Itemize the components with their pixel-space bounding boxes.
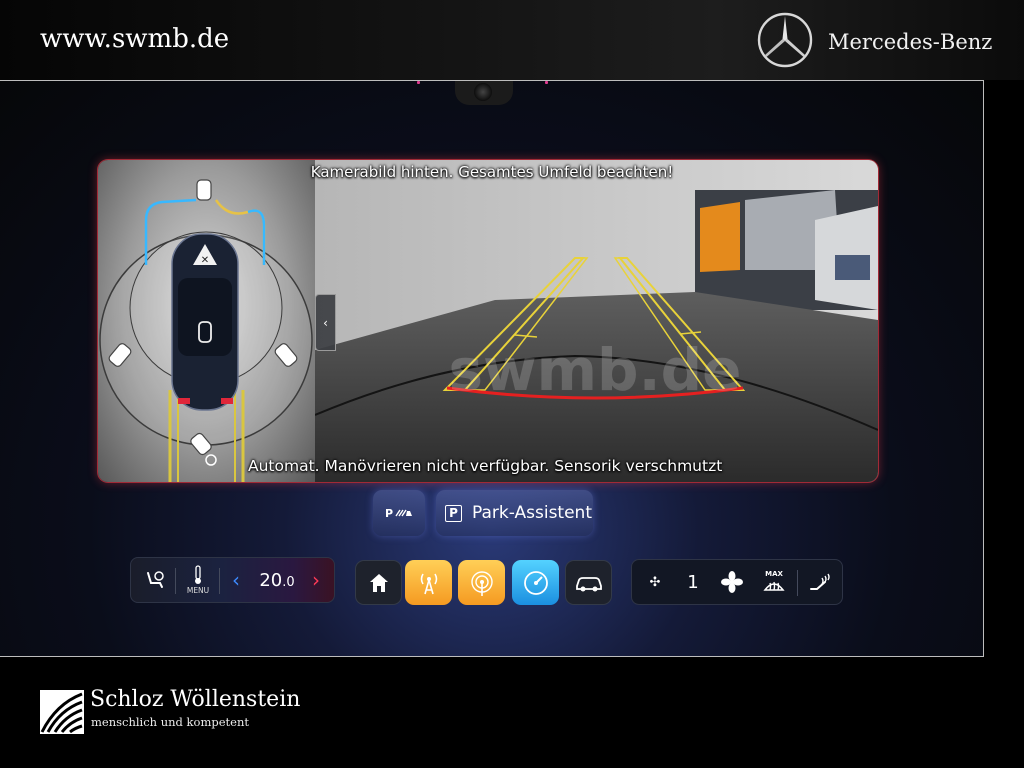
left-camera-icon[interactable]: [110, 340, 132, 368]
fan-large-icon: [721, 571, 743, 593]
fan-decrease-button[interactable]: ✣: [640, 560, 670, 604]
right-camera-icon[interactable]: [276, 340, 298, 368]
chevron-right-icon: ›: [312, 568, 320, 592]
chevron-left-icon: ‹: [323, 315, 328, 330]
fan-small-icon: ✣: [649, 574, 661, 590]
divider: [797, 570, 798, 596]
gauge-icon: [523, 570, 548, 595]
parking-icon: P: [445, 504, 462, 522]
rear-camera-icon[interactable]: [190, 430, 220, 466]
temperature-decrease-button[interactable]: ‹: [225, 558, 247, 602]
dealer-slogan: menschlich und kompetent: [91, 715, 249, 729]
climate-bar-left: MENU ‹ 20.0 ›: [130, 557, 335, 603]
camera-warning-caption: Kamerabild hinten. Gesamtes Umfeld beach…: [310, 163, 674, 181]
menu-label: MENU: [186, 586, 210, 595]
chevron-left-icon: ‹: [232, 568, 240, 592]
temperature-increase-button[interactable]: ›: [305, 558, 327, 602]
temperature-display: 20.0: [249, 558, 305, 602]
max-label: MAX: [765, 570, 783, 578]
climate-bar-right: ✣ 1 MAX: [631, 559, 843, 605]
vehicle-info-button[interactable]: [512, 560, 559, 605]
indicator-led: [545, 81, 548, 84]
parking-sensor-icon: P: [385, 507, 412, 520]
car-icon: [575, 576, 602, 591]
collapse-panel-button[interactable]: ‹: [315, 294, 336, 351]
svg-text:P: P: [385, 507, 393, 520]
rear-camera-view[interactable]: swmb.de: [315, 160, 878, 482]
seat-climate-button[interactable]: [135, 558, 175, 602]
website-header: www.swmb.de Mercedes-Benz: [0, 0, 1024, 80]
surround-view[interactable]: ✕: [98, 160, 315, 482]
media-button[interactable]: [458, 560, 505, 605]
vehicle-button[interactable]: [565, 560, 612, 605]
parking-camera-panel: ✕ swmb.de Kamerabild hinten. Gesamtes Um…: [98, 160, 878, 482]
svg-text:✕: ✕: [201, 255, 209, 266]
radio-icon: [470, 570, 493, 596]
divider: [175, 568, 176, 594]
mercedes-star-logo: [757, 12, 813, 68]
brand-name: Mercedes-Benz: [828, 30, 993, 54]
seat-heating-button[interactable]: [800, 560, 840, 604]
dealer-footer: Schloz Wöllenstein menschlich und kompet…: [0, 657, 1024, 768]
temperature-decimal: .0: [282, 574, 295, 590]
seat-climate-icon: [147, 571, 164, 588]
defrost-icon: [763, 581, 785, 591]
fan-increase-button[interactable]: [714, 560, 750, 604]
seat-heating-icon: [810, 573, 830, 590]
watermark-text: swmb.de: [449, 336, 742, 404]
display-camera: [455, 81, 513, 105]
climate-menu-button[interactable]: MENU: [177, 558, 219, 602]
radio-icon: [420, 573, 437, 594]
temperature-value: 20: [259, 569, 283, 591]
divider: [219, 568, 220, 594]
park-assist-label: Park-Assistent: [472, 503, 592, 523]
park-assist-button[interactable]: P Park-Assistent: [436, 490, 593, 536]
fan-level-value: 1: [687, 571, 699, 593]
front-camera-icon[interactable]: [194, 178, 214, 202]
home-button[interactable]: [355, 560, 402, 605]
home-icon: [369, 573, 388, 592]
fan-level-display: 1: [676, 560, 710, 604]
dealer-logo: [40, 690, 84, 734]
site-url: www.swmb.de: [40, 24, 230, 54]
automatic-maneuver-status: Automat. Manövrieren nicht verfügbar. Se…: [248, 457, 723, 475]
indicator-led: [417, 81, 420, 84]
dealer-name: Schloz Wöllenstein: [90, 687, 301, 712]
vehicle-display: ✕ swmb.de Kamerabild hinten. Gesamtes Um…: [0, 80, 984, 657]
thermometer-icon: [195, 565, 201, 584]
parking-sensor-button[interactable]: P: [373, 490, 425, 536]
max-defrost-button[interactable]: MAX: [756, 560, 792, 604]
radio-button[interactable]: [405, 560, 452, 605]
